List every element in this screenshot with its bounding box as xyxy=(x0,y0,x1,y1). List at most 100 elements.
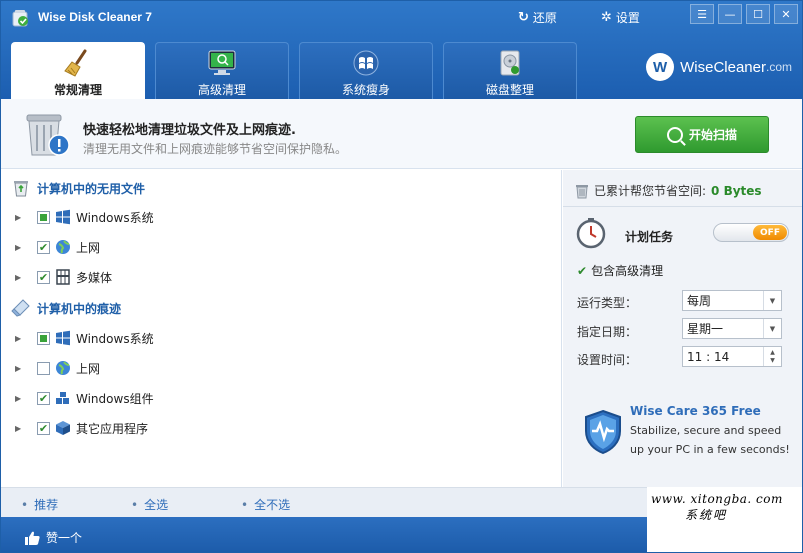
tree-row-internet-traces[interactable]: ▶ 上网 xyxy=(15,359,100,377)
tree-row-label: 多媒体 xyxy=(76,270,113,285)
section-traces: 计算机中的痕迹 xyxy=(11,298,121,318)
checkbox-checked[interactable]: ✔ xyxy=(37,240,50,254)
time-value: 11 : 14 xyxy=(687,349,730,364)
close-button[interactable]: ✕ xyxy=(774,4,798,24)
chevron-down-icon: ▼ xyxy=(763,319,781,338)
like-button[interactable]: 赞一个 xyxy=(25,529,82,546)
shield-icon xyxy=(585,409,621,455)
date-label: 指定日期： xyxy=(577,325,638,339)
broom-icon xyxy=(64,49,87,77)
spin-arrows-icon[interactable]: ▲ ▼ xyxy=(763,347,781,366)
checkbox-checked[interactable]: ✔ xyxy=(37,391,50,405)
checkbox-partial[interactable] xyxy=(37,331,50,345)
promo-title[interactable]: Wise Care 365 Free xyxy=(630,404,761,418)
bullet-icon: • xyxy=(21,497,29,512)
select-all-link[interactable]: • 全选 xyxy=(131,496,168,513)
expand-arrow-icon[interactable]: ▶ xyxy=(15,394,27,403)
restore-label: 还原 xyxy=(532,11,557,25)
space-saved: 已累计帮您节省空间: 0 Bytes xyxy=(575,182,762,199)
watermark-url: www. xitongba. com xyxy=(651,492,783,506)
tree-row-label: Windows系统 xyxy=(76,210,154,225)
tab-system-slim[interactable]: 系统瘦身 xyxy=(299,42,433,99)
tab-label: 高级清理 xyxy=(197,83,246,97)
time-label: 设置时间： xyxy=(577,353,638,367)
date-select[interactable]: 星期一 ▼ xyxy=(682,318,782,339)
media-icon xyxy=(56,269,70,285)
toggle-off-label: OFF xyxy=(753,225,787,240)
tree-row-label: 上网 xyxy=(76,240,101,255)
run-type-value: 每周 xyxy=(687,294,712,308)
tree-row-other-apps[interactable]: ▶ ✔ 其它应用程序 xyxy=(15,419,148,437)
time-stepper[interactable]: 11 : 14 ▲ ▼ xyxy=(682,346,782,367)
maximize-button[interactable]: ☐ xyxy=(746,4,770,24)
recycle-icon xyxy=(14,181,28,197)
settings-button[interactable]: ✲ 设置 xyxy=(601,9,640,26)
expand-arrow-icon[interactable]: ▶ xyxy=(15,243,27,252)
box-icon xyxy=(56,421,70,435)
app-window: Wise Disk Cleaner 7 ↻ 还原 ✲ 设置 ☰ — ☐ ✕ 常规… xyxy=(0,0,803,553)
checkbox-checked[interactable]: ✔ xyxy=(37,421,50,435)
watermark: www. xitongba. com 系统吧 xyxy=(647,487,802,552)
menu-button[interactable]: ☰ xyxy=(690,4,714,24)
banner-subtitle: 清理无用文件和上网痕迹能够节省空间保护隐私。 xyxy=(83,142,348,156)
checkbox-unchecked[interactable] xyxy=(37,361,50,375)
tab-regular-clean[interactable]: 常规清理 xyxy=(11,42,145,99)
run-type-select[interactable]: 每周 ▼ xyxy=(682,290,782,311)
tree-row-label: 其它应用程序 xyxy=(76,421,149,436)
tree-row-windows-system[interactable]: ▶ Windows系统 xyxy=(15,208,154,226)
bullet-icon: • xyxy=(131,497,139,512)
tab-label: 磁盘整理 xyxy=(485,83,534,97)
promo-line2: up your PC in a few seconds! xyxy=(630,443,790,456)
expand-arrow-icon[interactable]: ▶ xyxy=(15,273,27,282)
wisecleaner-brand[interactable]: W WiseCleaner .com xyxy=(646,53,792,81)
bullet-icon: • xyxy=(241,497,249,512)
tab-advanced-clean[interactable]: 高级清理 xyxy=(155,42,289,99)
tree-row-internet[interactable]: ▶ ✔ 上网 xyxy=(15,238,100,256)
brand-name: WiseCleaner xyxy=(680,58,766,76)
expand-arrow-icon[interactable]: ▶ xyxy=(15,424,27,433)
eraser-icon xyxy=(11,299,30,317)
run-type-label: 运行类型： xyxy=(577,296,638,310)
app-title: Wise Disk Cleaner 7 xyxy=(38,10,152,24)
checkbox-checked[interactable]: ✔ xyxy=(37,270,50,284)
schedule-title: 计划任务 xyxy=(625,230,674,244)
schedule-toggle[interactable]: OFF xyxy=(713,223,789,242)
include-advanced-label: 包含高级清理 xyxy=(591,264,664,278)
restore-button[interactable]: ↻ 还原 xyxy=(518,9,557,26)
maximize-icon: ☐ xyxy=(753,7,763,21)
search-icon xyxy=(666,126,683,143)
tab-disk-defrag[interactable]: 磁盘整理 xyxy=(443,42,577,99)
globe-icon xyxy=(56,361,70,375)
saved-label: 已累计帮您节省空间: xyxy=(594,184,707,198)
tree-row-label: Windows组件 xyxy=(76,391,154,406)
trash-bin-icon xyxy=(26,114,70,156)
puzzle-icon xyxy=(56,392,69,404)
clock-icon xyxy=(576,218,606,249)
info-banner: 快速轻松地清理垃圾文件及上网痕迹. 清理无用文件和上网痕迹能够节省空间保护隐私。… xyxy=(1,99,802,169)
expand-arrow-icon[interactable]: ▶ xyxy=(15,334,27,343)
select-none-label: 全不选 xyxy=(254,498,291,512)
checkbox-partial[interactable] xyxy=(37,210,50,224)
disk-defrag-icon xyxy=(500,50,520,76)
tree-row-multimedia[interactable]: ▶ ✔ 多媒体 xyxy=(15,268,112,286)
tree-row-windows-system-traces[interactable]: ▶ Windows系统 xyxy=(15,329,154,347)
thumbs-up-icon xyxy=(25,531,40,545)
start-scan-button[interactable]: 开始扫描 xyxy=(635,116,769,153)
include-advanced-checkbox[interactable]: ✔ 包含高级清理 xyxy=(577,262,663,279)
monitor-search-icon xyxy=(208,50,236,75)
gear-icon: ✲ xyxy=(601,10,612,25)
recommend-link[interactable]: • 推荐 xyxy=(21,496,58,513)
expand-arrow-icon[interactable]: ▶ xyxy=(15,364,27,373)
tree-row-label: 上网 xyxy=(76,361,101,376)
settings-label: 设置 xyxy=(615,11,640,25)
saved-value: 0 Bytes xyxy=(711,183,762,198)
brand-suffix: .com xyxy=(765,60,792,74)
date-value: 星期一 xyxy=(687,322,724,336)
cleanup-tree: 计算机中的无用文件 ▶ Windows系统 ▶ ✔ 上网 ▶ ✔ 多媒体 计算机… xyxy=(1,170,562,487)
expand-arrow-icon[interactable]: ▶ xyxy=(15,213,27,222)
select-none-link[interactable]: • 全不选 xyxy=(241,496,290,513)
tree-row-windows-components[interactable]: ▶ ✔ Windows组件 xyxy=(15,389,154,407)
trash-small-icon xyxy=(576,184,588,198)
minimize-button[interactable]: — xyxy=(718,4,742,24)
main-tabs: 常规清理 高级清理 系统瘦身 磁盘整理 xyxy=(11,42,577,99)
